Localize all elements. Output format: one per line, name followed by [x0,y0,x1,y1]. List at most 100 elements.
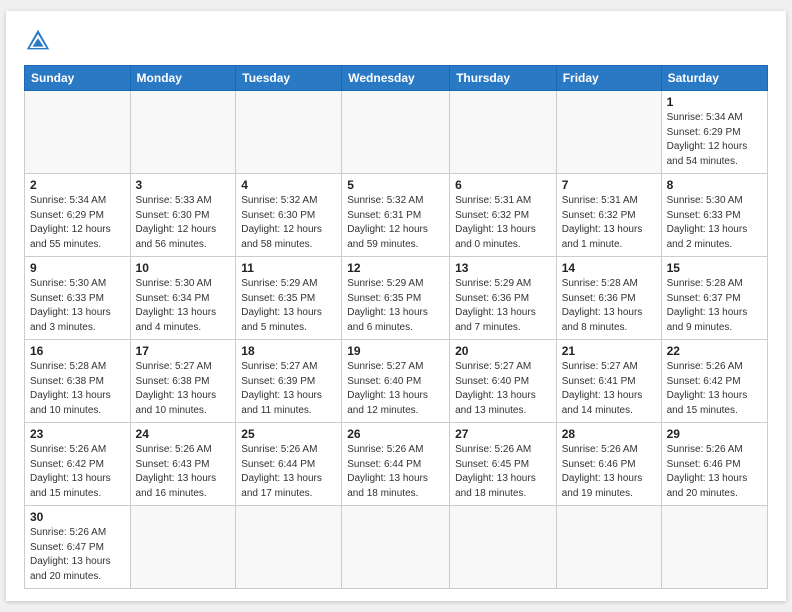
calendar-cell: 23Sunrise: 5:26 AM Sunset: 6:42 PM Dayli… [25,423,131,506]
day-number: 22 [667,344,762,358]
header [24,27,768,55]
calendar-week-row: 23Sunrise: 5:26 AM Sunset: 6:42 PM Dayli… [25,423,768,506]
day-info: Sunrise: 5:30 AM Sunset: 6:33 PM Dayligh… [667,194,762,252]
calendar-cell: 11Sunrise: 5:29 AM Sunset: 6:35 PM Dayli… [236,257,342,340]
day-info: Sunrise: 5:27 AM Sunset: 6:40 PM Dayligh… [347,360,444,418]
calendar-cell: 12Sunrise: 5:29 AM Sunset: 6:35 PM Dayli… [342,257,450,340]
calendar-cell: 7 Sunrise: 5:31 AM Sunset: 6:32 PM Daylig… [556,174,661,257]
day-number: 29 [667,427,762,441]
calendar-cell: 19 Sunrise: 5:27 AM Sunset: 6:40 PM Dayli… [342,340,450,423]
day-info: Sunrise: 5:32 AM Sunset: 6:31 PM Dayligh… [347,194,444,252]
day-number: 10 [136,261,231,275]
calendar-cell: 26Sunrise: 5:26 AM Sunset: 6:44 PM Dayli… [342,423,450,506]
day-info: Sunrise: 5:28 AM Sunset: 6:36 PM Dayligh… [562,277,656,335]
day-info: Sunrise: 5:33 AM Sunset: 6:30 PM Dayligh… [136,194,231,252]
calendar-header-saturday: Saturday [661,66,767,91]
day-number: 21 [562,344,656,358]
calendar-header-wednesday: Wednesday [342,66,450,91]
logo-icon [24,27,52,55]
day-number: 30 [30,510,125,524]
day-info: Sunrise: 5:27 AM Sunset: 6:41 PM Dayligh… [562,360,656,418]
calendar-cell: 15 Sunrise: 5:28 AM Sunset: 6:37 PM Dayli… [661,257,767,340]
day-info: Sunrise: 5:29 AM Sunset: 6:36 PM Dayligh… [455,277,551,335]
calendar-cell [25,91,131,174]
day-number: 17 [136,344,231,358]
calendar-header-monday: Monday [130,66,236,91]
calendar-cell: 5 Sunrise: 5:32 AM Sunset: 6:31 PM Daylig… [342,174,450,257]
day-info: Sunrise: 5:26 AM Sunset: 6:42 PM Dayligh… [667,360,762,418]
day-info: Sunrise: 5:31 AM Sunset: 6:32 PM Dayligh… [562,194,656,252]
calendar-cell: 29 Sunrise: 5:26 AM Sunset: 6:46 PM Dayli… [661,423,767,506]
day-number: 19 [347,344,444,358]
day-number: 3 [136,178,231,192]
day-info: Sunrise: 5:27 AM Sunset: 6:40 PM Dayligh… [455,360,551,418]
day-number: 8 [667,178,762,192]
calendar-cell: 30 Sunrise: 5:26 AM Sunset: 6:47 PM Dayli… [25,506,131,589]
calendar-cell [342,506,450,589]
day-number: 24 [136,427,231,441]
day-number: 15 [667,261,762,275]
day-info: Sunrise: 5:27 AM Sunset: 6:39 PM Dayligh… [241,360,336,418]
day-number: 5 [347,178,444,192]
calendar-cell: 16 Sunrise: 5:28 AM Sunset: 6:38 PM Dayli… [25,340,131,423]
day-number: 18 [241,344,336,358]
calendar-cell [556,506,661,589]
calendar-cell [342,91,450,174]
calendar-cell: 2Sunrise: 5:34 AM Sunset: 6:29 PM Daylig… [25,174,131,257]
calendar-table: SundayMondayTuesdayWednesdayThursdayFrid… [24,65,768,589]
calendar-cell: 6Sunrise: 5:31 AM Sunset: 6:32 PM Daylig… [450,174,557,257]
day-number: 28 [562,427,656,441]
calendar-cell [236,91,342,174]
day-info: Sunrise: 5:26 AM Sunset: 6:45 PM Dayligh… [455,443,551,501]
day-info: Sunrise: 5:28 AM Sunset: 6:37 PM Dayligh… [667,277,762,335]
day-number: 13 [455,261,551,275]
day-info: Sunrise: 5:27 AM Sunset: 6:38 PM Dayligh… [136,360,231,418]
calendar-cell [556,91,661,174]
calendar-cell [130,506,236,589]
calendar-week-row: 16 Sunrise: 5:28 AM Sunset: 6:38 PM Dayli… [25,340,768,423]
day-number: 26 [347,427,444,441]
calendar-cell: 17 Sunrise: 5:27 AM Sunset: 6:38 PM Dayli… [130,340,236,423]
calendar-week-row: 30 Sunrise: 5:26 AM Sunset: 6:47 PM Dayli… [25,506,768,589]
calendar-week-row: 9 Sunrise: 5:30 AM Sunset: 6:33 PM Daylig… [25,257,768,340]
day-info: Sunrise: 5:26 AM Sunset: 6:43 PM Dayligh… [136,443,231,501]
calendar-header-friday: Friday [556,66,661,91]
calendar-cell [450,506,557,589]
day-info: Sunrise: 5:29 AM Sunset: 6:35 PM Dayligh… [347,277,444,335]
day-number: 6 [455,178,551,192]
calendar-cell: 18 Sunrise: 5:27 AM Sunset: 6:39 PM Dayli… [236,340,342,423]
calendar-cell: 3 Sunrise: 5:33 AM Sunset: 6:30 PM Daylig… [130,174,236,257]
calendar-cell [236,506,342,589]
calendar-cell: 25Sunrise: 5:26 AM Sunset: 6:44 PM Dayli… [236,423,342,506]
day-info: Sunrise: 5:28 AM Sunset: 6:38 PM Dayligh… [30,360,125,418]
day-number: 14 [562,261,656,275]
calendar-cell: 21 Sunrise: 5:27 AM Sunset: 6:41 PM Dayli… [556,340,661,423]
calendar-header-tuesday: Tuesday [236,66,342,91]
calendar-week-row: 1Sunrise: 5:34 AM Sunset: 6:29 PM Daylig… [25,91,768,174]
calendar-cell [661,506,767,589]
calendar-cell: 27 Sunrise: 5:26 AM Sunset: 6:45 PM Dayli… [450,423,557,506]
day-number: 23 [30,427,125,441]
day-info: Sunrise: 5:26 AM Sunset: 6:44 PM Dayligh… [241,443,336,501]
day-number: 20 [455,344,551,358]
calendar-cell: 13 Sunrise: 5:29 AM Sunset: 6:36 PM Dayli… [450,257,557,340]
day-info: Sunrise: 5:26 AM Sunset: 6:47 PM Dayligh… [30,526,125,584]
calendar-cell: 22 Sunrise: 5:26 AM Sunset: 6:42 PM Dayli… [661,340,767,423]
day-info: Sunrise: 5:30 AM Sunset: 6:33 PM Dayligh… [30,277,125,335]
calendar-header-row: SundayMondayTuesdayWednesdayThursdayFrid… [25,66,768,91]
logo [24,27,56,55]
calendar-cell [130,91,236,174]
calendar-cell: 4Sunrise: 5:32 AM Sunset: 6:30 PM Daylig… [236,174,342,257]
day-info: Sunrise: 5:26 AM Sunset: 6:46 PM Dayligh… [667,443,762,501]
page: SundayMondayTuesdayWednesdayThursdayFrid… [6,11,786,601]
day-number: 16 [30,344,125,358]
calendar-cell: 1Sunrise: 5:34 AM Sunset: 6:29 PM Daylig… [661,91,767,174]
day-number: 27 [455,427,551,441]
calendar-cell: 8 Sunrise: 5:30 AM Sunset: 6:33 PM Daylig… [661,174,767,257]
day-number: 1 [667,95,762,109]
calendar-cell: 9 Sunrise: 5:30 AM Sunset: 6:33 PM Daylig… [25,257,131,340]
day-number: 4 [241,178,336,192]
calendar-cell: 14 Sunrise: 5:28 AM Sunset: 6:36 PM Dayli… [556,257,661,340]
day-number: 7 [562,178,656,192]
day-number: 9 [30,261,125,275]
